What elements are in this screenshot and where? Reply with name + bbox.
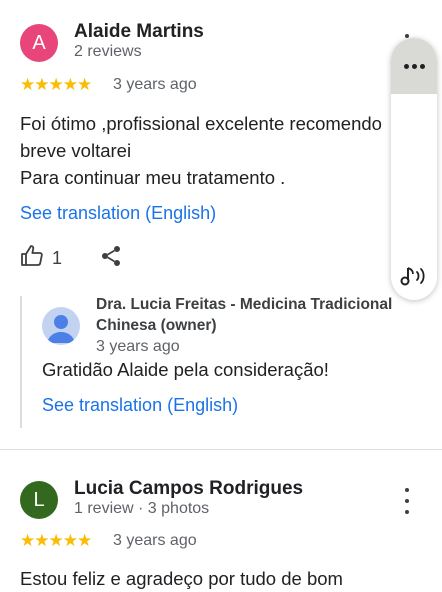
review-text: Foi ótimo ,profissional excelente recome… [20,110,400,191]
reviewer-avatar[interactable]: L [20,481,58,519]
avatar-initial: A [32,31,46,54]
review-text: Estou feliz e agradeço por tudo de bom [20,568,343,589]
read-aloud-icon[interactable] [399,264,429,295]
reviewer-avatar[interactable]: A [20,24,58,62]
like-button[interactable]: 1 [20,244,62,273]
star-rating: ★★★★★ [20,75,92,94]
reply-indent-bar [20,296,22,428]
avatar-initial: L [33,488,45,511]
review-time: 3 years ago [113,532,197,549]
reviewer-meta: 2 reviews [74,43,142,60]
reply-text: Gratidão Alaide pela consideração! [42,359,329,380]
owner-name[interactable]: Dra. Lucia Freitas - Medicina Tradiciona… [96,294,392,336]
owner-name-line: Dra. Lucia Freitas - Medicina Tradiciona… [96,296,393,313]
like-count: 1 [52,248,63,268]
more-options-icon[interactable] [397,488,417,514]
reply-time: 3 years ago [96,338,180,355]
review-text-line: Foi ótimo ,profissional excelente recome… [20,113,382,134]
review-text-line: breve voltarei [20,140,132,161]
review-text-line: Para continuar meu tratamento . [20,167,286,188]
star-rating: ★★★★★ [20,531,92,550]
see-translation-link[interactable]: See translation (English) [20,203,216,224]
review-divider [0,449,442,450]
see-translation-link[interactable]: See translation (English) [42,395,238,416]
share-icon[interactable] [99,244,123,273]
owner-avatar[interactable] [42,307,80,345]
review-time: 3 years ago [113,76,197,93]
thumb-up-icon [20,244,44,273]
reviewer-meta: 1 review · 3 photos [74,500,210,517]
floating-side-panel [391,38,437,300]
owner-name-line: Chinesa (owner) [96,317,217,334]
person-icon [47,315,75,343]
more-horiz-icon[interactable] [391,38,437,94]
reviewer-name[interactable]: Lucia Campos Rodrigues [74,478,303,500]
reviewer-name[interactable]: Alaide Martins [74,21,204,43]
